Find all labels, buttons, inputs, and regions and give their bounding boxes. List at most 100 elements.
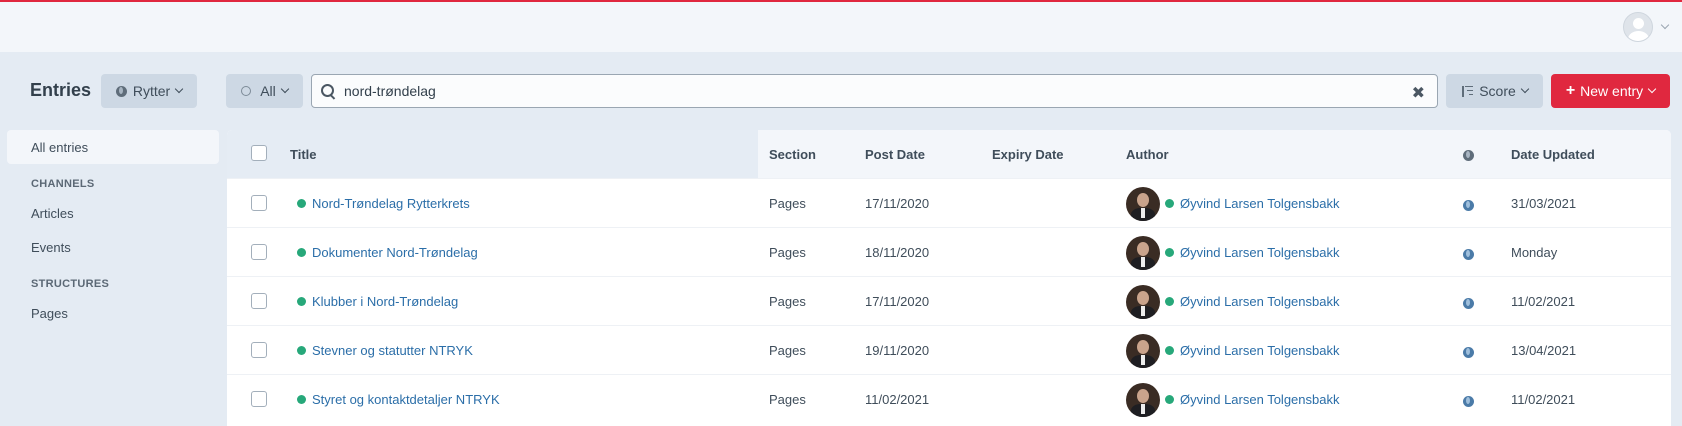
column-header-date-updated[interactable]: Date Updated	[1511, 147, 1595, 162]
user-menu-button[interactable]	[1623, 12, 1670, 42]
sidebar-item-label: Pages	[31, 305, 68, 321]
status-enabled-icon	[1165, 395, 1174, 404]
table-row[interactable]: Klubber i Nord-Trøndelag Pages 17/11/202…	[227, 276, 1671, 325]
column-header-expiry-date[interactable]: Expiry Date	[992, 147, 1064, 162]
status-menu-button[interactable]: All	[226, 74, 303, 108]
globe-icon	[1463, 150, 1474, 161]
sort-menu-button[interactable]: Score	[1446, 74, 1543, 108]
sidebar-heading-channels: CHANNELS	[31, 178, 95, 190]
status-enabled-icon	[297, 395, 306, 404]
author-avatar	[1126, 383, 1160, 417]
chevron-down-icon	[1520, 84, 1530, 94]
status-enabled-icon	[297, 199, 306, 208]
entry-post-date: 17/11/2020	[865, 196, 930, 211]
row-checkbox[interactable]	[251, 391, 267, 407]
entry-date-updated: 31/03/2021	[1511, 196, 1577, 211]
column-header-author[interactable]: Author	[1126, 147, 1169, 162]
entry-post-date: 11/02/2021	[865, 392, 930, 407]
author-name: Øyvind Larsen Tolgensbakk	[1180, 196, 1340, 211]
author-link[interactable]: Øyvind Larsen Tolgensbakk	[1165, 196, 1339, 211]
search-input[interactable]	[344, 83, 1404, 99]
sidebar-item-pages[interactable]: Pages	[7, 296, 219, 330]
table-row[interactable]: Stevner og statutter NTRYK Pages 19/11/2…	[227, 325, 1671, 374]
entry-title-link[interactable]: Stevner og statutter NTRYK	[297, 343, 473, 358]
status-enabled-icon	[1165, 199, 1174, 208]
select-all-checkbox[interactable]	[251, 145, 267, 161]
entries-table: Title Section Post Date Expiry Date Auth…	[227, 130, 1671, 426]
entry-title-link[interactable]: Nord-Trøndelag Rytterkrets	[297, 196, 470, 211]
entry-section: Pages	[769, 343, 806, 358]
table-header: Title Section Post Date Expiry Date Auth…	[227, 130, 1671, 178]
status-enabled-icon	[297, 248, 306, 257]
column-header-title[interactable]: Title	[290, 147, 317, 162]
author-link[interactable]: Øyvind Larsen Tolgensbakk	[1165, 392, 1339, 407]
entry-post-date: 18/11/2020	[865, 245, 930, 260]
chevron-down-icon	[1660, 20, 1670, 30]
search-container: ✖	[311, 74, 1438, 108]
entry-title-link[interactable]: Dokumenter Nord-Trøndelag	[297, 245, 478, 260]
table-row[interactable]: Nord-Trøndelag Rytterkrets Pages 17/11/2…	[227, 178, 1671, 227]
entry-title: Klubber i Nord-Trøndelag	[312, 294, 459, 309]
sidebar: All entries CHANNELS Articles Events STR…	[7, 130, 219, 330]
row-checkbox[interactable]	[251, 195, 267, 211]
chevron-down-icon	[1647, 84, 1657, 94]
sort-icon	[1461, 85, 1474, 97]
author-avatar	[1126, 187, 1160, 221]
status-enabled-icon	[297, 346, 306, 355]
new-entry-label: New entry	[1580, 83, 1644, 99]
entry-title: Styret og kontaktdetaljer NTRYK	[312, 392, 500, 407]
site-label: Rytter	[132, 83, 171, 99]
sidebar-item-events[interactable]: Events	[7, 230, 219, 264]
author-link[interactable]: Øyvind Larsen Tolgensbakk	[1165, 294, 1339, 309]
status-ring-icon	[241, 86, 252, 96]
row-checkbox[interactable]	[251, 244, 267, 260]
entry-title: Dokumenter Nord-Trøndelag	[312, 245, 478, 260]
sidebar-item-all-entries[interactable]: All entries	[7, 130, 219, 164]
status-enabled-icon	[1165, 297, 1174, 306]
sidebar-item-label: Events	[31, 239, 71, 255]
entry-title-link[interactable]: Klubber i Nord-Trøndelag	[297, 294, 458, 309]
author-name: Øyvind Larsen Tolgensbakk	[1180, 294, 1340, 309]
author-avatar	[1126, 236, 1160, 270]
clear-search-icon[interactable]: ✖	[1412, 83, 1425, 103]
entry-section: Pages	[769, 392, 806, 407]
column-header-post-date[interactable]: Post Date	[865, 147, 925, 162]
author-link[interactable]: Øyvind Larsen Tolgensbakk	[1165, 245, 1339, 260]
entry-date-updated: 13/04/2021	[1511, 343, 1577, 358]
site-menu-button[interactable]: Rytter	[101, 74, 197, 108]
status-enabled-icon	[1165, 346, 1174, 355]
entry-post-date: 19/11/2020	[865, 343, 930, 358]
entry-title-link[interactable]: Styret og kontaktdetaljer NTRYK	[297, 392, 500, 407]
entry-date-updated: 11/02/2021	[1511, 392, 1576, 407]
entry-section: Pages	[769, 196, 806, 211]
row-checkbox[interactable]	[251, 293, 267, 309]
plus-icon: +	[1565, 82, 1576, 99]
row-checkbox[interactable]	[251, 342, 267, 358]
column-header-section[interactable]: Section	[769, 147, 816, 162]
globe-icon	[1463, 298, 1474, 309]
new-entry-button[interactable]: + New entry	[1551, 74, 1670, 108]
chevron-down-icon	[174, 84, 184, 94]
globe-icon	[1463, 249, 1474, 260]
sidebar-item-label: Articles	[31, 205, 74, 221]
top-bar	[0, 0, 1682, 52]
entry-title: Stevner og statutter NTRYK	[312, 343, 473, 358]
table-row[interactable]: Styret og kontaktdetaljer NTRYK Pages 11…	[227, 374, 1671, 423]
globe-icon	[1463, 200, 1474, 211]
status-enabled-icon	[297, 297, 306, 306]
globe-icon	[115, 85, 127, 97]
table-row[interactable]: Dokumenter Nord-Trøndelag Pages 18/11/20…	[227, 227, 1671, 276]
entry-date-updated: 11/02/2021	[1511, 294, 1576, 309]
sidebar-item-label: All entries	[31, 139, 89, 155]
author-avatar	[1126, 285, 1160, 319]
author-name: Øyvind Larsen Tolgensbakk	[1180, 343, 1340, 358]
search-icon	[321, 83, 336, 99]
globe-icon	[1463, 347, 1474, 358]
chevron-down-icon	[280, 84, 290, 94]
user-avatar-icon	[1623, 12, 1653, 42]
sidebar-item-articles[interactable]: Articles	[7, 196, 219, 230]
sort-label: Score	[1479, 83, 1516, 99]
entry-title: Nord-Trøndelag Rytterkrets	[312, 196, 470, 211]
entry-date-updated: Monday	[1511, 245, 1558, 260]
author-link[interactable]: Øyvind Larsen Tolgensbakk	[1165, 343, 1339, 358]
